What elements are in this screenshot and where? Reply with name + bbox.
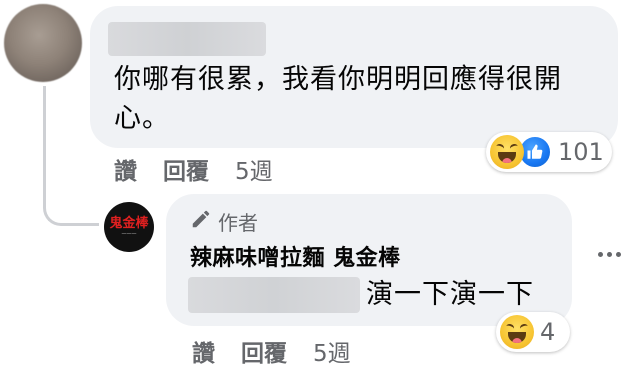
pencil-icon bbox=[190, 208, 212, 235]
haha-reaction-icon bbox=[500, 315, 534, 349]
author-badge-label: 作者 bbox=[218, 211, 258, 235]
reply-reactions[interactable]: 4 bbox=[496, 312, 570, 352]
comment-text: 你哪有很累，我看你明明回應得很開心。 bbox=[114, 64, 562, 134]
reply-text: 演一下演一下 bbox=[366, 279, 534, 310]
page-name[interactable]: 辣麻味噌拉麵 鬼金棒 bbox=[190, 240, 401, 272]
page-avatar[interactable]: 鬼金棒 ——— bbox=[104, 202, 154, 252]
author-badge: 作者 bbox=[190, 207, 258, 236]
reply-button[interactable]: 回覆 bbox=[241, 334, 287, 368]
page-logo-subtext: ——— bbox=[121, 231, 137, 237]
commenter-avatar[interactable] bbox=[4, 4, 82, 82]
reaction-count: 101 bbox=[558, 138, 604, 166]
comment-actions: 讚 回覆 5週 bbox=[114, 152, 273, 186]
like-button[interactable]: 讚 bbox=[114, 152, 137, 186]
commenter-name-blurred[interactable] bbox=[108, 22, 266, 56]
mentioned-name-blurred[interactable] bbox=[188, 277, 360, 313]
page-logo: 鬼金棒 bbox=[109, 216, 149, 231]
reaction-count: 4 bbox=[540, 318, 556, 346]
reply-timestamp[interactable]: 5週 bbox=[313, 334, 351, 368]
haha-reaction-icon bbox=[490, 135, 524, 169]
reply-button[interactable]: 回覆 bbox=[163, 152, 209, 186]
comment-reactions[interactable]: 101 bbox=[486, 132, 612, 172]
comment-timestamp[interactable]: 5週 bbox=[235, 152, 273, 186]
more-options-icon[interactable] bbox=[598, 252, 621, 257]
like-button[interactable]: 讚 bbox=[192, 334, 215, 368]
reply-actions: 讚 回覆 5週 bbox=[192, 334, 351, 368]
